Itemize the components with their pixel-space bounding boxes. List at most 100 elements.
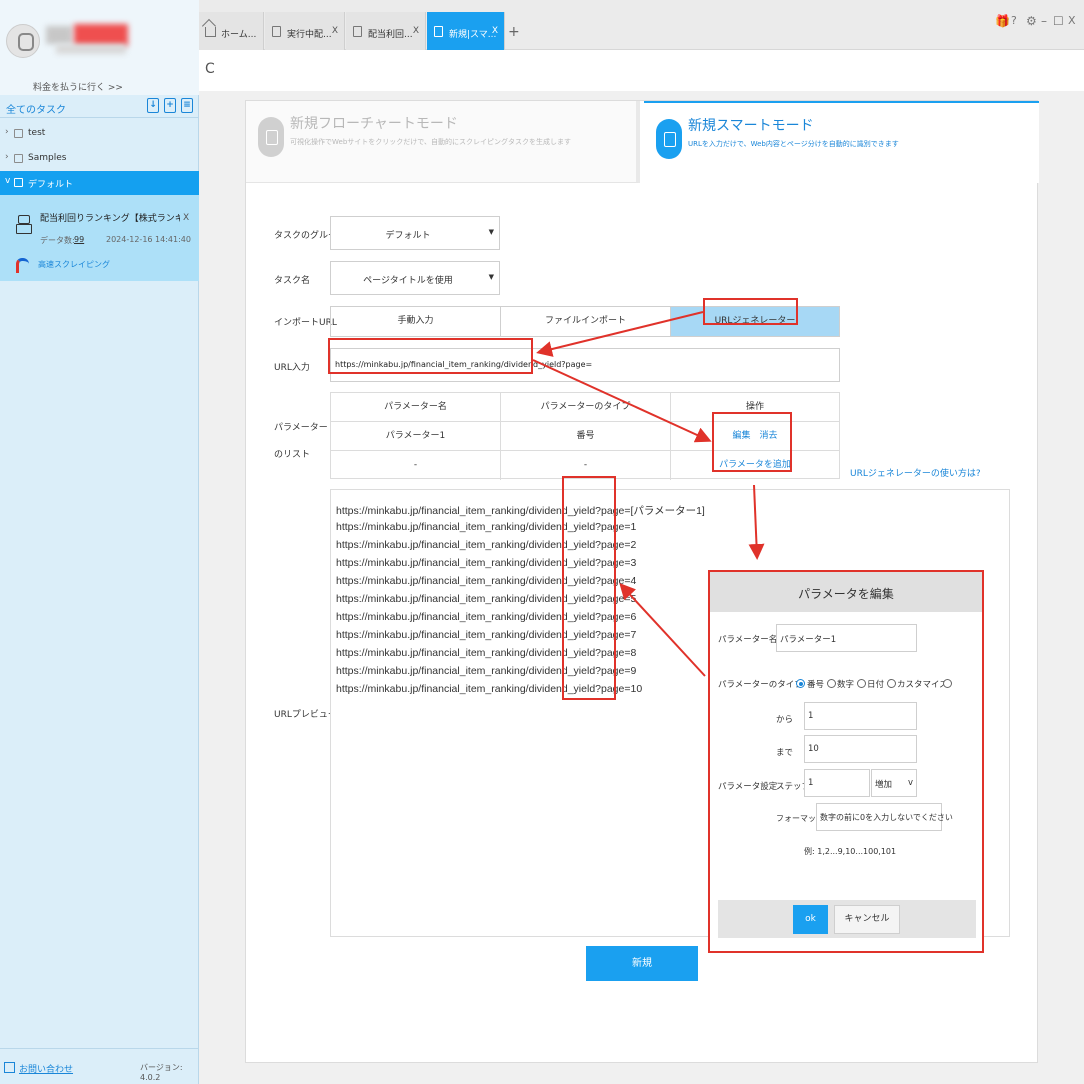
tab-new-smart[interactable]: 新規|スマ... X	[427, 12, 505, 50]
tab-home[interactable]: ホーム...	[199, 12, 264, 50]
param-name-input[interactable]: パラメーター1	[776, 624, 917, 652]
chevron-right-icon: ›	[5, 152, 9, 162]
select-value: ページタイトルを使用	[363, 276, 453, 286]
to-label: まで	[776, 748, 794, 758]
folder-icon	[14, 154, 23, 163]
list-icon[interactable]: ≡	[181, 98, 193, 113]
task-close-button[interactable]: X	[183, 213, 189, 223]
folder-label: デフォルト	[28, 180, 74, 190]
doc-icon	[272, 26, 281, 37]
param-type-cell: 番号	[501, 422, 671, 451]
tree-folder-default[interactable]: v デフォルト	[0, 171, 199, 195]
tab-close-button[interactable]: X	[413, 26, 419, 36]
import-icon[interactable]: ↓	[147, 98, 159, 113]
avatar[interactable]	[6, 24, 40, 58]
minimize-icon[interactable]: –	[1041, 14, 1047, 28]
robot-icon	[656, 119, 682, 159]
contact-link[interactable]: お問い合わせ	[19, 1062, 73, 1075]
file-import-option[interactable]: ファイルインポート	[501, 307, 671, 336]
all-tasks-label[interactable]: 全てのタスク	[6, 101, 66, 116]
radio-number[interactable]	[796, 679, 805, 688]
input-value: パラメーター1	[780, 635, 837, 645]
manual-input-option[interactable]: 手動入力	[331, 307, 501, 336]
radio-digit-label: 数字	[837, 680, 855, 690]
annotation-box-url-generator	[703, 298, 798, 325]
tab-dividend[interactable]: 配当利回... X	[346, 12, 426, 50]
tab-close-button[interactable]: X	[332, 26, 338, 36]
tab-label: ホーム...	[221, 30, 257, 40]
format-select[interactable]: 数字の前に0を入力しないでください	[816, 803, 953, 831]
radio-extra[interactable]	[943, 679, 952, 688]
url-generator-help-link[interactable]: URLジェネレーターの使い方は?	[850, 466, 981, 479]
close-icon[interactable]: X	[1068, 14, 1076, 27]
radio-digit[interactable]	[827, 679, 836, 688]
select-value: デフォルト	[385, 231, 431, 241]
sidebar: 料金を払うに行く >> 全てのタスク ↓ + ≡ › test › Sample…	[0, 0, 199, 1084]
flowchart-icon	[258, 117, 284, 157]
tab-bar: ホーム... 実行中配... X 配当利回... X 新規|スマ... X + …	[199, 0, 1084, 50]
mode-description: 可視化操作でWebサイトをクリックだけで、自動的にスクレイピングタスクを生成しま…	[290, 138, 571, 146]
dropdown-arrow-icon: ▼	[488, 228, 494, 236]
url-preview-label: URLプレビュー	[274, 710, 337, 720]
cancel-button[interactable]: キャンセル	[834, 905, 900, 934]
param-name-cell: パラメーター1	[331, 422, 501, 451]
username-redacted-badge	[74, 24, 128, 46]
maximize-icon[interactable]: ☐	[1053, 14, 1064, 28]
task-name-select[interactable]: ページタイトルを使用 ▼	[330, 261, 500, 295]
folder-icon	[14, 178, 23, 187]
input-value: 10	[808, 744, 819, 754]
radio-date-label: 日付	[867, 680, 885, 690]
empty-cell: -	[331, 451, 501, 480]
gift-icon[interactable]: 🎁	[995, 14, 1010, 28]
radio-custom[interactable]	[887, 679, 896, 688]
flowchart-mode-card[interactable]: 新規フローチャートモード 可視化操作でWebサイトをクリックだけで、自動的にスク…	[246, 101, 640, 183]
step-input[interactable]: 1	[804, 769, 870, 797]
to-input[interactable]: 10	[804, 735, 917, 763]
tab-running[interactable]: 実行中配... X	[265, 12, 345, 50]
from-input[interactable]: 1	[804, 702, 917, 730]
toolbar: C	[199, 51, 1084, 91]
doc-icon	[353, 26, 362, 37]
tab-label: 実行中配...	[287, 30, 332, 40]
ok-button[interactable]: ok	[793, 905, 828, 934]
input-value: 1	[808, 778, 814, 788]
select-value: 増加	[875, 780, 893, 790]
from-label: から	[776, 715, 794, 725]
reload-icon[interactable]: C	[205, 61, 215, 77]
settings-icon[interactable]: ⚙	[1026, 14, 1037, 28]
tree-folder-samples[interactable]: › Samples	[0, 147, 199, 171]
tree-folder-test[interactable]: › test	[0, 122, 199, 146]
annotation-box-url-input	[328, 338, 533, 374]
chevron-right-icon: ›	[5, 127, 9, 137]
task-count[interactable]: 99	[74, 235, 84, 244]
account-info-redacted	[56, 44, 126, 54]
table-header: パラメーター名	[331, 393, 501, 422]
dropdown-arrow-icon: ▼	[488, 273, 494, 281]
contact-icon[interactable]	[4, 1062, 15, 1073]
task-group-select[interactable]: デフォルト ▼	[330, 216, 500, 250]
smart-mode-card[interactable]: 新規スマートモード URLを入力だけで、Web内容とページ分けを自動的に識別でき…	[644, 101, 1039, 183]
doc-icon	[434, 26, 443, 37]
upgrade-link[interactable]: 料金を払うに行く >>	[0, 80, 156, 93]
radio-number-label: 番号	[807, 680, 825, 690]
task-item[interactable]: 配当利回りランキング【株式ランキング】... X データ数: 99 2024-1…	[0, 195, 199, 281]
chevron-down-icon: v	[908, 778, 914, 788]
robot-icon	[16, 215, 32, 234]
fast-scraping-link[interactable]: 高速スクレイピング	[38, 259, 110, 270]
annotation-box-param-actions	[712, 412, 792, 472]
task-title: 配当利回りランキング【株式ランキング】...	[40, 214, 180, 224]
create-button[interactable]: 新規	[586, 946, 698, 981]
task-list-header: 全てのタスク ↓ + ≡	[0, 96, 199, 118]
tab-close-button[interactable]: X	[492, 26, 498, 36]
help-icon[interactable]: ?	[1011, 14, 1017, 27]
sidebar-footer: お問い合わせ バージョン: 4.0.2	[0, 1048, 199, 1084]
version-label: バージョン: 4.0.2	[140, 1063, 183, 1082]
add-task-icon[interactable]: +	[164, 98, 176, 113]
annotation-box-page-param	[562, 476, 616, 700]
add-tab-button[interactable]: +	[508, 24, 520, 40]
radio-date[interactable]	[857, 679, 866, 688]
step-mode-select[interactable]: 増加 v	[871, 769, 917, 797]
param-name-label: パラメーター名	[718, 635, 778, 645]
edit-param-dialog: パラメータを編集 パラメーター名 パラメーター1 パラメーターのタイプ 番号 数…	[708, 570, 984, 953]
tab-label: 配当利回...	[368, 30, 413, 40]
